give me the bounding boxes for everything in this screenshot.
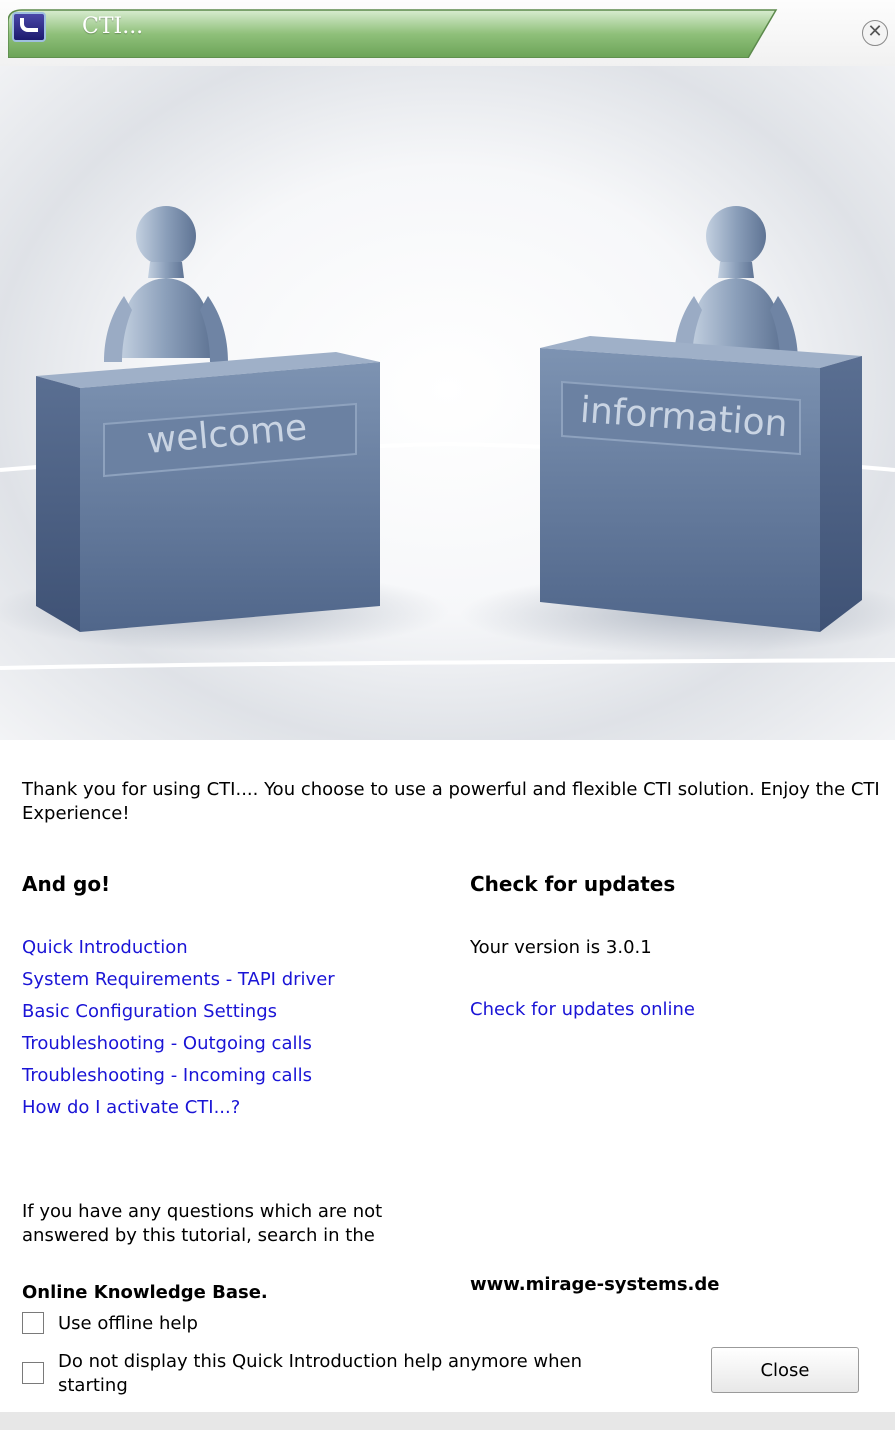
troubleshooting-outgoing-link[interactable]: Troubleshooting - Outgoing calls [22, 1028, 335, 1060]
do-not-display-label: Do not display this Quick Introduction h… [58, 1351, 583, 1396]
desks-illustration: welcome information [0, 206, 895, 670]
question-text: If you have any questions which are not … [22, 1201, 383, 1246]
welcome-illustration: welcome information [0, 66, 895, 740]
offline-help-checkbox[interactable] [22, 1312, 44, 1334]
close-window-icon[interactable]: ✕ [862, 20, 888, 46]
check-updates-online-link[interactable]: Check for updates online [470, 994, 695, 1026]
window-title: CTI... [82, 14, 144, 39]
welcome-desk [36, 352, 380, 632]
phone-app-icon [12, 12, 46, 42]
check-updates-heading: Check for updates [470, 872, 676, 896]
and-go-heading: And go! [22, 872, 111, 896]
troubleshooting-incoming-link[interactable]: Troubleshooting - Incoming calls [22, 1060, 335, 1092]
quick-introduction-link[interactable]: Quick Introduction [22, 932, 335, 964]
close-button[interactable]: Close [711, 1347, 859, 1393]
help-links-list: Quick Introduction System Requirements -… [22, 932, 335, 1124]
basic-configuration-link[interactable]: Basic Configuration Settings [22, 996, 335, 1028]
system-requirements-link[interactable]: System Requirements - TAPI driver [22, 964, 335, 996]
website-link[interactable]: www.mirage-systems.de [470, 1274, 719, 1295]
left-figure [104, 206, 228, 362]
title-bar: CTI... ✕ [0, 0, 895, 66]
offline-help-label: Use offline help [58, 1313, 198, 1334]
do-not-display-option[interactable]: Do not display this Quick Introduction h… [22, 1350, 662, 1400]
intro-text: Thank you for using CTI.... You choose t… [22, 779, 880, 824]
information-desk [540, 336, 862, 632]
version-text: Your version is 3.0.1 [470, 937, 652, 958]
online-knowledge-base-link[interactable]: Online Knowledge Base. [22, 1282, 268, 1303]
bottom-bar [0, 1412, 895, 1430]
do-not-display-checkbox[interactable] [22, 1362, 44, 1384]
right-figure [674, 206, 798, 362]
activate-cti-link[interactable]: How do I activate CTI...? [22, 1092, 335, 1124]
offline-help-option[interactable]: Use offline help [22, 1312, 422, 1338]
